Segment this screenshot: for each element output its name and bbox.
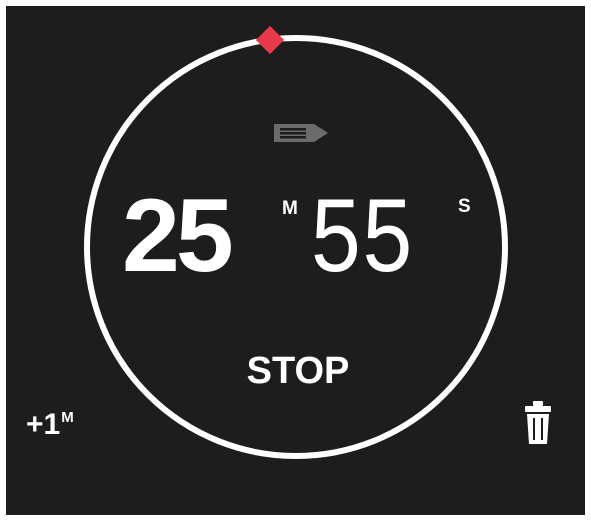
add-minute-button[interactable]: +1M — [26, 408, 74, 441]
timer-screen: 25 M 55 S STOP +1M — [6, 6, 585, 515]
add-minute-unit: M — [61, 409, 74, 426]
trash-icon[interactable] — [523, 400, 553, 446]
add-minute-label: +1 — [26, 408, 61, 441]
minutes-value: 25 — [122, 178, 234, 294]
seconds-value: 55 — [311, 178, 414, 294]
seconds-unit: S — [458, 196, 471, 217]
stop-button[interactable]: STOP — [243, 352, 353, 390]
minutes-unit: M — [282, 198, 298, 219]
time-display: 25 M 55 S — [6, 6, 585, 515]
